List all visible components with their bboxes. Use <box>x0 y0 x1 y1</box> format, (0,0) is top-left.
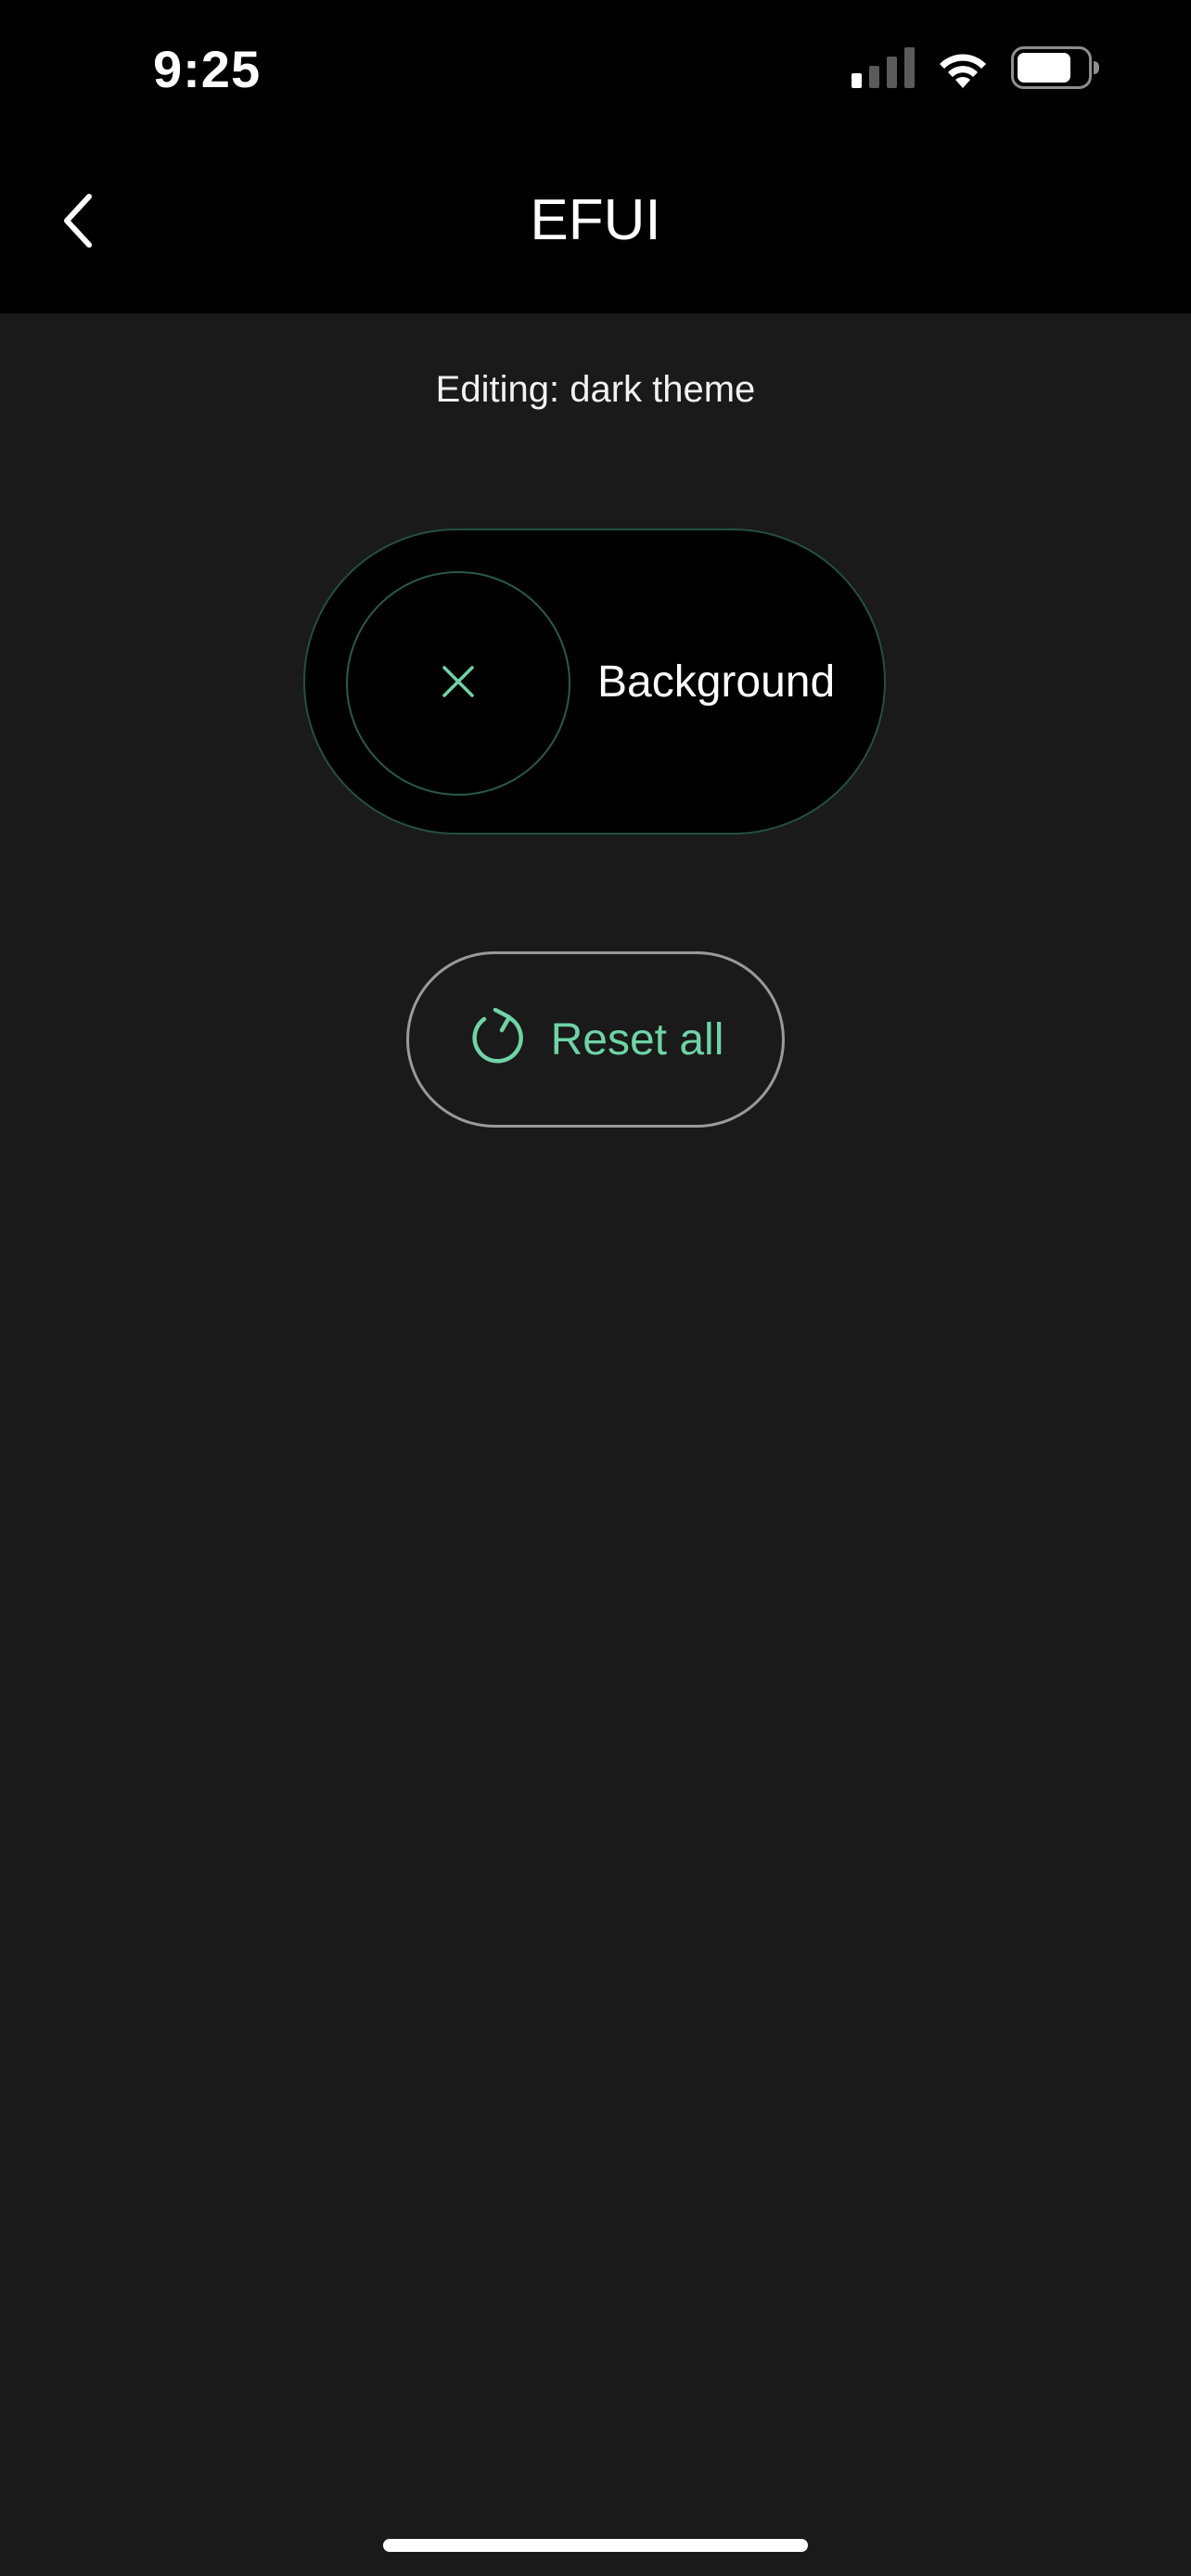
wifi-icon <box>935 47 991 93</box>
status-time: 9:25 <box>153 40 262 98</box>
editing-label: Editing: dark theme <box>435 369 756 410</box>
status-bar: 9:25 <box>0 0 1191 139</box>
background-color-chip[interactable]: Background <box>303 529 886 835</box>
battery-icon <box>1011 46 1100 94</box>
reset-all-label: Reset all <box>550 1014 724 1065</box>
background-label: Background <box>597 657 836 707</box>
page-title: EFUI <box>530 188 661 252</box>
close-icon <box>440 663 477 705</box>
reset-all-button[interactable]: Reset all <box>406 951 785 1128</box>
navigation-bar: EFUI <box>0 139 1191 313</box>
main-content: Editing: dark theme Background Reset all <box>0 313 1191 2576</box>
refresh-icon <box>467 1007 527 1072</box>
status-icons <box>852 46 1100 94</box>
cellular-signal-icon <box>852 47 915 93</box>
color-swatch[interactable] <box>346 571 570 796</box>
home-indicator[interactable] <box>383 2539 808 2552</box>
